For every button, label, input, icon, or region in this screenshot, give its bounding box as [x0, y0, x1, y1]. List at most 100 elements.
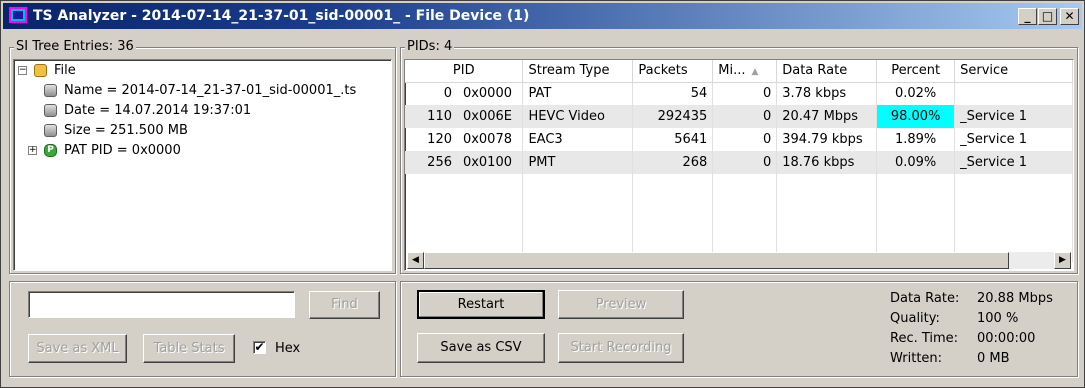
percent-cell-highlighted: 98.00%	[876, 105, 956, 128]
quality-label: Quality:	[890, 311, 940, 326]
column-header-pid[interactable]: PID	[405, 60, 524, 83]
item-icon	[44, 84, 57, 97]
tree-node-date[interactable]: Date = 14.07.2014 19:37:01	[42, 101, 382, 121]
sort-asc-icon: ▲	[751, 67, 759, 78]
tree-node-size[interactable]: Size = 251.500 MB	[42, 121, 382, 141]
table-row[interactable]: 110 0x006E HEVC Video 292435 0 20.47 Mbps…	[405, 105, 1073, 128]
column-header-service[interactable]: Service	[954, 60, 1073, 83]
packets-cell: 5641	[632, 128, 714, 151]
pat-icon: P	[44, 144, 57, 157]
save-csv-button[interactable]: Save as CSV	[417, 333, 545, 363]
scroll-right-icon[interactable]: ▶	[1054, 252, 1071, 269]
preview-button[interactable]: Preview	[558, 290, 684, 319]
written-label: Written:	[890, 351, 943, 366]
stream-type-cell: EAC3	[522, 128, 634, 151]
packets-cell: 292435	[632, 105, 714, 128]
pid-cell: 256 0x0100	[405, 151, 524, 174]
service-cell	[954, 82, 1073, 105]
packets-cell: 268	[632, 151, 714, 174]
tree-node-label: Name = 2014-07-14_21-37-01_sid-00001_.ts	[64, 83, 357, 98]
expand-icon[interactable]: +	[28, 146, 37, 155]
mi-cell: 0	[712, 105, 778, 128]
data-rate-cell: 18.76 kbps	[776, 151, 878, 174]
tree-node-label: Date = 14.07.2014 19:37:01	[64, 103, 252, 118]
start-recording-button[interactable]: Start Recording	[558, 333, 684, 363]
written-value: 0 MB	[977, 351, 1010, 366]
tree-node-label: PAT PID = 0x0000	[64, 143, 181, 158]
table-row-empty	[405, 174, 1073, 262]
service-cell: _Service 1	[954, 128, 1073, 151]
tree-node-pat[interactable]: + P PAT PID = 0x0000	[28, 141, 368, 161]
hex-label: Hex	[275, 341, 301, 356]
item-icon	[44, 124, 57, 137]
percent-cell: 0.09%	[876, 151, 956, 174]
column-header-percent[interactable]: Percent	[876, 60, 956, 83]
column-header-mi[interactable]: Mi... ▲	[712, 60, 778, 83]
stream-type-cell: HEVC Video	[522, 105, 634, 128]
service-cell: _Service 1	[954, 105, 1073, 128]
quality-value: 100 %	[977, 311, 1019, 326]
percent-cell: 1.89%	[876, 128, 956, 151]
find-button[interactable]: Find	[309, 291, 380, 319]
mi-cell: 0	[712, 151, 778, 174]
minimize-button[interactable]: _	[1018, 8, 1037, 25]
collapse-icon[interactable]: −	[18, 66, 27, 75]
column-header-label: Mi...	[718, 63, 746, 79]
window-title: TS Analyzer - 2014-07-14_21-37-01_sid-00…	[33, 8, 530, 24]
pid-cell: 110 0x006E	[405, 105, 524, 128]
table-row[interactable]: 256 0x0100 PMT 268 0 18.76 kbps 0.09% _Se…	[405, 151, 1073, 174]
hex-checkbox[interactable]: ✔	[253, 341, 266, 354]
find-input[interactable]	[28, 291, 295, 318]
horizontal-scrollbar[interactable]: ◀ ▶	[407, 252, 1071, 269]
pid-hex: 0x006E	[463, 109, 512, 124]
pid-table: PID Stream Type Packets Mi... ▲ Data Rate…	[405, 60, 1073, 262]
pid-cell: 0 0x0000	[405, 82, 524, 105]
data-rate-label: Data Rate:	[890, 291, 960, 306]
packets-cell: 54	[632, 82, 714, 105]
pid-decimal: 110	[427, 109, 452, 124]
restart-button[interactable]: Restart	[417, 290, 545, 319]
table-row[interactable]: 0 0x0000 PAT 54 0 3.78 kbps 0.02%	[405, 82, 1073, 105]
pids-label: PIDs: 4	[405, 39, 455, 54]
item-icon	[44, 104, 57, 117]
data-rate-value: 20.88 Mbps	[977, 291, 1053, 306]
folder-icon	[34, 64, 47, 77]
pid-hex: 0x0000	[462, 86, 512, 102]
table-header: PID Stream Type Packets Mi... ▲ Data Rate…	[405, 60, 1073, 83]
pid-hex: 0x0078	[462, 132, 512, 147]
stream-type-cell: PAT	[522, 82, 634, 105]
pid-decimal: 256	[427, 155, 452, 170]
maximize-button[interactable]: □	[1038, 8, 1057, 25]
mi-cell: 0	[712, 128, 778, 151]
column-header-stream-type[interactable]: Stream Type	[522, 60, 634, 83]
table-row[interactable]: 120 0x0078 EAC3 5641 0 394.79 kbps 1.89% …	[405, 128, 1073, 151]
si-tree-view[interactable]: − File Name = 2014-07-14_21-37-01_sid-00…	[13, 59, 392, 271]
close-button[interactable]: ✕	[1060, 8, 1079, 25]
tree-node-label: File	[54, 63, 76, 78]
data-rate-cell: 394.79 kbps	[776, 128, 878, 151]
pid-decimal: 120	[427, 132, 452, 147]
column-header-data-rate[interactable]: Data Rate	[776, 60, 878, 83]
pid-cell: 120 0x0078	[405, 128, 524, 151]
scroll-thumb[interactable]	[424, 252, 1009, 269]
pid-table-view[interactable]: PID Stream Type Packets Mi... ▲ Data Rate…	[404, 59, 1074, 271]
data-rate-cell: 20.47 Mbps	[776, 105, 878, 128]
save-xml-button[interactable]: Save as XML	[28, 334, 127, 363]
scroll-left-icon[interactable]: ◀	[407, 252, 424, 269]
column-header-packets[interactable]: Packets	[632, 60, 714, 83]
pid-hex: 0x0100	[462, 155, 512, 170]
pid-decimal: 0	[443, 86, 452, 102]
app-window: TS Analyzer - 2014-07-14_21-37-01_sid-00…	[0, 0, 1085, 388]
data-rate-cell: 3.78 kbps	[776, 82, 878, 105]
table-stats-button[interactable]: Table Stats	[143, 334, 235, 363]
stream-type-cell: PMT	[522, 151, 634, 174]
rec-time-value: 00:00:00	[977, 331, 1036, 346]
percent-cell: 0.02%	[876, 82, 956, 105]
mi-cell: 0	[712, 82, 778, 105]
title-bar[interactable]: TS Analyzer - 2014-07-14_21-37-01_sid-00…	[3, 3, 1082, 29]
tree-node-file[interactable]: − File	[18, 61, 318, 81]
tree-node-label: Size = 251.500 MB	[64, 123, 188, 138]
tree-node-name[interactable]: Name = 2014-07-14_21-37-01_sid-00001_.ts	[42, 81, 382, 101]
rec-time-label: Rec. Time:	[890, 331, 959, 346]
si-tree-label: SI Tree Entries: 36	[14, 39, 136, 54]
